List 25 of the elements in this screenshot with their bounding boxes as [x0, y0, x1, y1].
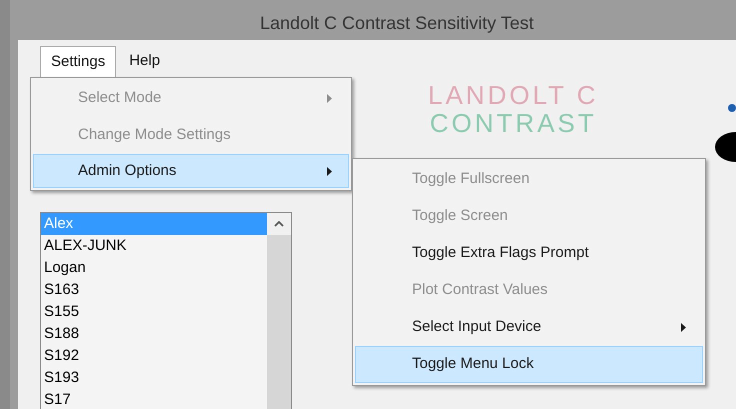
- dot-icon: [728, 104, 736, 112]
- banner-text: LANDOLT C: [428, 82, 599, 108]
- scroll-up-icon[interactable]: [274, 221, 284, 227]
- list-item[interactable]: S163: [41, 279, 267, 301]
- menu-item[interactable]: Toggle Menu Lock: [355, 346, 703, 383]
- submenu-arrow-icon: [327, 166, 332, 176]
- list-item[interactable]: S192: [41, 345, 267, 367]
- list-item[interactable]: Logan: [41, 257, 267, 279]
- submenu-arrow-icon: [681, 323, 686, 332]
- menu-bar-item[interactable]: Help: [118, 46, 172, 77]
- menu-item[interactable]: Admin Options: [33, 154, 349, 188]
- list-item[interactable]: ALEX-JUNK: [41, 235, 267, 257]
- scrollbar[interactable]: [267, 213, 291, 409]
- list-item[interactable]: S17: [41, 389, 267, 409]
- menu-item[interactable]: Toggle Extra Flags Prompt: [355, 235, 703, 272]
- menu-item[interactable]: Select Input Device: [355, 309, 703, 346]
- list-item[interactable]: S155: [41, 301, 267, 323]
- landolt-c-icon: [715, 132, 736, 162]
- list-item[interactable]: S193: [41, 367, 267, 389]
- list-item[interactable]: S188: [41, 323, 267, 345]
- menu-bar-item[interactable]: Settings: [40, 46, 116, 77]
- user-list[interactable]: Alex ALEX-JUNK Logan S163 S155 S188 S192 S193 S17: [40, 212, 292, 409]
- submenu-arrow-icon: [327, 94, 332, 103]
- banner-text: CONTRAST: [430, 110, 597, 136]
- window-title: Landolt C Contrast Sensitivity Test: [259, 12, 535, 35]
